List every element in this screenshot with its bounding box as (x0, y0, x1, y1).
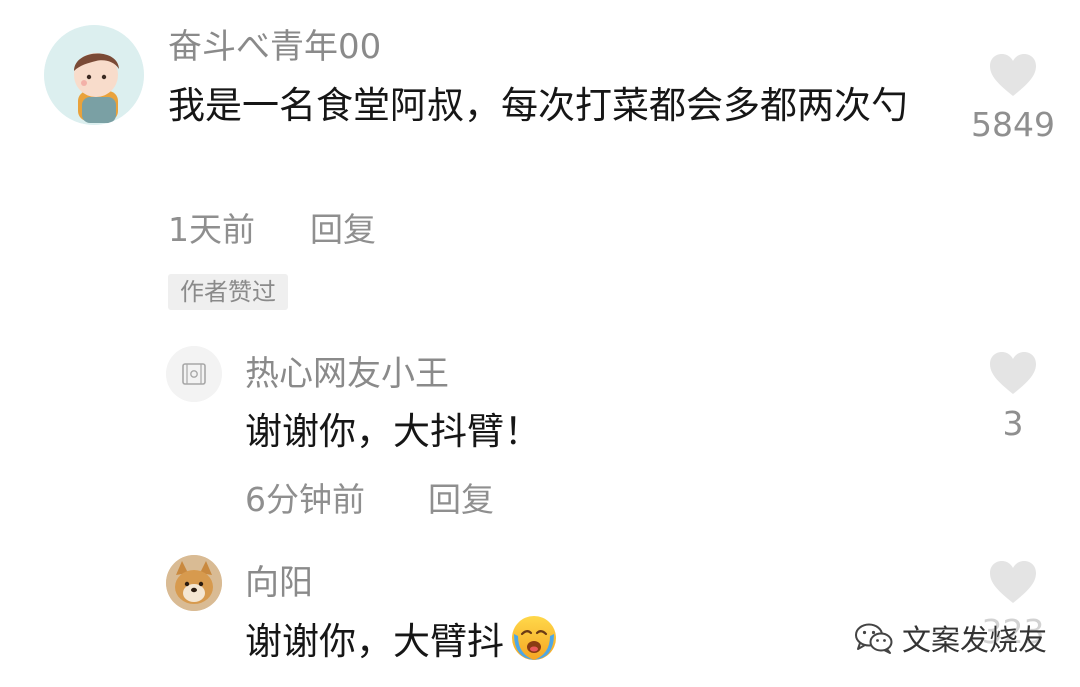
like-button[interactable] (988, 350, 1038, 400)
comment-username[interactable]: 向阳 (245, 563, 313, 603)
comment-username[interactable]: 热心网友小王 (245, 354, 449, 394)
heart-icon (990, 54, 1036, 96)
watermark-text: 文案发烧友 (902, 623, 1048, 657)
heart-icon (990, 561, 1036, 603)
avatar[interactable] (166, 555, 222, 611)
heart-icon (990, 352, 1036, 394)
wechat-icon (855, 623, 893, 654)
like-button[interactable] (988, 559, 1038, 609)
crying-face-emoji (510, 614, 558, 662)
comment-time: 6分钟前 (245, 480, 365, 519)
comment-text: 谢谢你，大臂抖 (245, 614, 558, 670)
reply-button[interactable]: 回复 (428, 480, 494, 520)
like-count: 5849 (971, 105, 1055, 144)
comment-username[interactable]: 奋斗べ青年00 (168, 27, 381, 67)
like-button[interactable] (988, 52, 1038, 102)
comment-text: 谢谢你，大抖臂！ (245, 410, 541, 453)
author-liked-badge: 作者赞过 (168, 274, 288, 310)
avatar[interactable] (166, 346, 222, 402)
reply-button[interactable]: 回复 (310, 210, 376, 250)
like-count: 3 (1002, 404, 1024, 443)
comment-text: 我是一名食堂阿叔，每次打菜都会多都两次勺 (168, 84, 908, 127)
watermark: 文案发烧友 (850, 618, 1052, 658)
avatar[interactable] (44, 25, 144, 125)
comment-time: 1天前 (168, 210, 255, 249)
comment-text-body: 谢谢你，大臂抖 (245, 620, 504, 663)
